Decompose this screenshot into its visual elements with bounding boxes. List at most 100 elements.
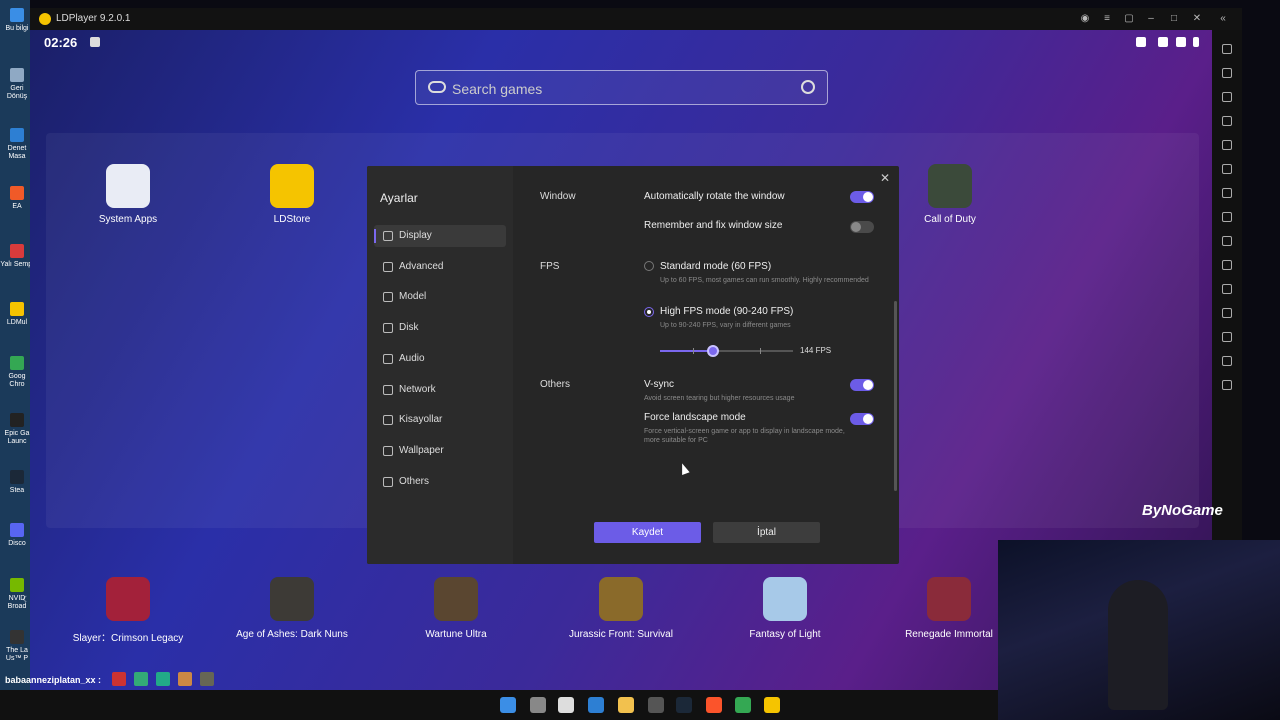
location-icon[interactable] — [1222, 356, 1232, 366]
account-icon[interactable]: ◉ — [1078, 12, 1092, 26]
search-icon[interactable] — [801, 80, 815, 94]
landscape-desc: Force vertical-screen game or app to dis… — [644, 428, 845, 444]
game-thumbnail-icon — [106, 577, 150, 621]
android-status-bar: 02:26 — [30, 30, 1212, 56]
audio-icon — [383, 353, 393, 364]
scroll-left-arrow-icon[interactable]: ‹ — [22, 590, 27, 608]
desktop-shortcut[interactable]: Denet Masa — [0, 128, 34, 161]
remember-size-toggle[interactable] — [850, 221, 874, 233]
game-label: Wartune Ultra — [425, 629, 487, 640]
vsync-toggle[interactable] — [850, 379, 874, 391]
game-item[interactable]: Fantasy of Light — [700, 577, 870, 640]
high-fps-desc: Up to 90-240 FPS, vary in different game… — [660, 322, 791, 329]
record-icon[interactable] — [1222, 188, 1232, 198]
nav-item-label: Model — [399, 291, 427, 303]
app-call-of-duty[interactable]: Call of Duty — [890, 164, 1010, 225]
desktop-shortcut[interactable]: Disco — [0, 523, 34, 548]
steam-icon[interactable] — [676, 697, 692, 713]
desktop-shortcut-icon — [10, 413, 24, 427]
desktop-shortcut-icon — [10, 302, 24, 316]
close-icon[interactable]: ✕ — [1190, 12, 1204, 26]
fps-slider-handle[interactable] — [707, 345, 720, 357]
nav-item-network[interactable]: Network — [374, 379, 506, 401]
desktop-shortcut[interactable]: NVID Broad — [0, 578, 34, 611]
start-icon[interactable] — [500, 697, 516, 713]
desktop-shortcut[interactable]: Geri Dönüş — [0, 68, 34, 101]
game-label: Age of Ashes: Dark Nuns — [236, 629, 348, 640]
multi-instance-icon[interactable] — [1222, 380, 1232, 390]
gamepad-icon[interactable] — [1222, 164, 1232, 174]
desktop-shortcut-icon — [10, 186, 24, 200]
task-view-icon[interactable] — [530, 697, 546, 713]
desktop-shortcut-label: Disco — [8, 540, 26, 547]
cancel-button[interactable]: İptal — [713, 522, 820, 543]
photos-icon[interactable] — [588, 697, 604, 713]
high-fps-label[interactable]: High FPS mode (90-240 FPS) — [660, 306, 793, 317]
brave-icon[interactable] — [706, 697, 722, 713]
app-label: System Apps — [98, 214, 158, 225]
desktop-shortcut[interactable]: Bu bilgi — [0, 8, 34, 33]
section-window: Window — [540, 191, 576, 202]
save-button[interactable]: Kaydet — [594, 522, 701, 543]
nav-item-disk[interactable]: Disk — [374, 317, 506, 339]
nav-item-advanced[interactable]: Advanced — [374, 256, 506, 278]
high-fps-radio[interactable] — [644, 307, 654, 317]
ldplayer-taskbar-icon[interactable] — [764, 697, 780, 713]
desktop-shortcut[interactable]: LDMul — [0, 302, 34, 327]
standard-fps-radio[interactable] — [644, 261, 654, 271]
nav-item-wallpaper[interactable]: Wallpaper — [374, 440, 506, 462]
search-placeholder: Search games — [452, 81, 543, 97]
game-thumbnail-icon — [763, 577, 807, 621]
video-icon[interactable] — [1222, 260, 1232, 270]
dialog-close-icon[interactable]: ✕ — [878, 171, 892, 185]
menu-icon[interactable]: ≡ — [1100, 12, 1114, 26]
folder-icon[interactable] — [1222, 332, 1232, 342]
sdcard-icon[interactable] — [1222, 308, 1232, 318]
collapse-icon[interactable]: « — [1216, 12, 1230, 26]
nav-item-display[interactable]: Display — [374, 225, 506, 247]
desktop-shortcut[interactable]: Yalı Sempi — [0, 244, 34, 269]
auto-rotate-toggle[interactable] — [850, 191, 874, 203]
nav-item-others[interactable]: Others — [374, 471, 506, 493]
minimize-icon[interactable]: – — [1144, 12, 1158, 26]
desktop-shortcut[interactable]: Epic Ga Launc — [0, 413, 34, 446]
chrome-icon[interactable] — [735, 697, 751, 713]
desktop-shortcut[interactable]: The La Us™ P — [0, 630, 34, 663]
volume-up-icon[interactable] — [1222, 92, 1232, 102]
disk-icon — [383, 323, 393, 334]
search-bar[interactable]: Search games — [415, 70, 828, 105]
game-item[interactable]: Jurassic Front: Survival — [536, 577, 706, 640]
operation-record-icon[interactable] — [1222, 212, 1232, 222]
standard-fps-label[interactable]: Standard mode (60 FPS) — [660, 261, 771, 272]
desktop-shortcut[interactable]: Stea — [0, 470, 34, 495]
app-ldstore[interactable]: LDStore — [232, 164, 352, 225]
nav-item-audio[interactable]: Audio — [374, 348, 506, 370]
obs-icon[interactable] — [648, 697, 664, 713]
screen-icon[interactable]: ▢ — [1122, 12, 1136, 26]
settings-icon[interactable] — [1222, 44, 1232, 54]
game-item[interactable]: Slayer：Crimson Legacy — [43, 577, 213, 644]
slider-tick — [693, 348, 694, 354]
model-icon — [383, 292, 393, 303]
grid-icon — [383, 476, 393, 487]
apk-icon[interactable] — [1222, 284, 1232, 294]
game-item[interactable]: Wartune Ultra — [371, 577, 541, 640]
keyboard-icon[interactable] — [1222, 68, 1232, 78]
gamepad-icon — [428, 81, 446, 93]
landscape-toggle[interactable] — [850, 413, 874, 425]
settings-scrollbar[interactable] — [894, 301, 897, 491]
nav-item-model[interactable]: Model — [374, 286, 506, 308]
fullscreen-icon[interactable] — [1222, 140, 1232, 150]
taskbar-app-icon[interactable] — [558, 697, 574, 713]
nav-item-kisayollar[interactable]: Kisayollar — [374, 409, 506, 431]
maximize-icon[interactable]: □ — [1167, 12, 1181, 26]
wifi-icon — [1158, 37, 1168, 47]
app-system-apps[interactable]: System Apps — [68, 164, 188, 225]
file-explorer-icon[interactable] — [618, 697, 634, 713]
desktop-shortcut[interactable]: EA — [0, 186, 34, 211]
volume-down-icon[interactable] — [1222, 116, 1232, 126]
game-item[interactable]: Age of Ashes: Dark Nuns — [207, 577, 377, 640]
sync-icon[interactable] — [1222, 236, 1232, 246]
fps-slider[interactable] — [660, 345, 793, 357]
desktop-shortcut[interactable]: Goog Chro — [0, 356, 34, 389]
